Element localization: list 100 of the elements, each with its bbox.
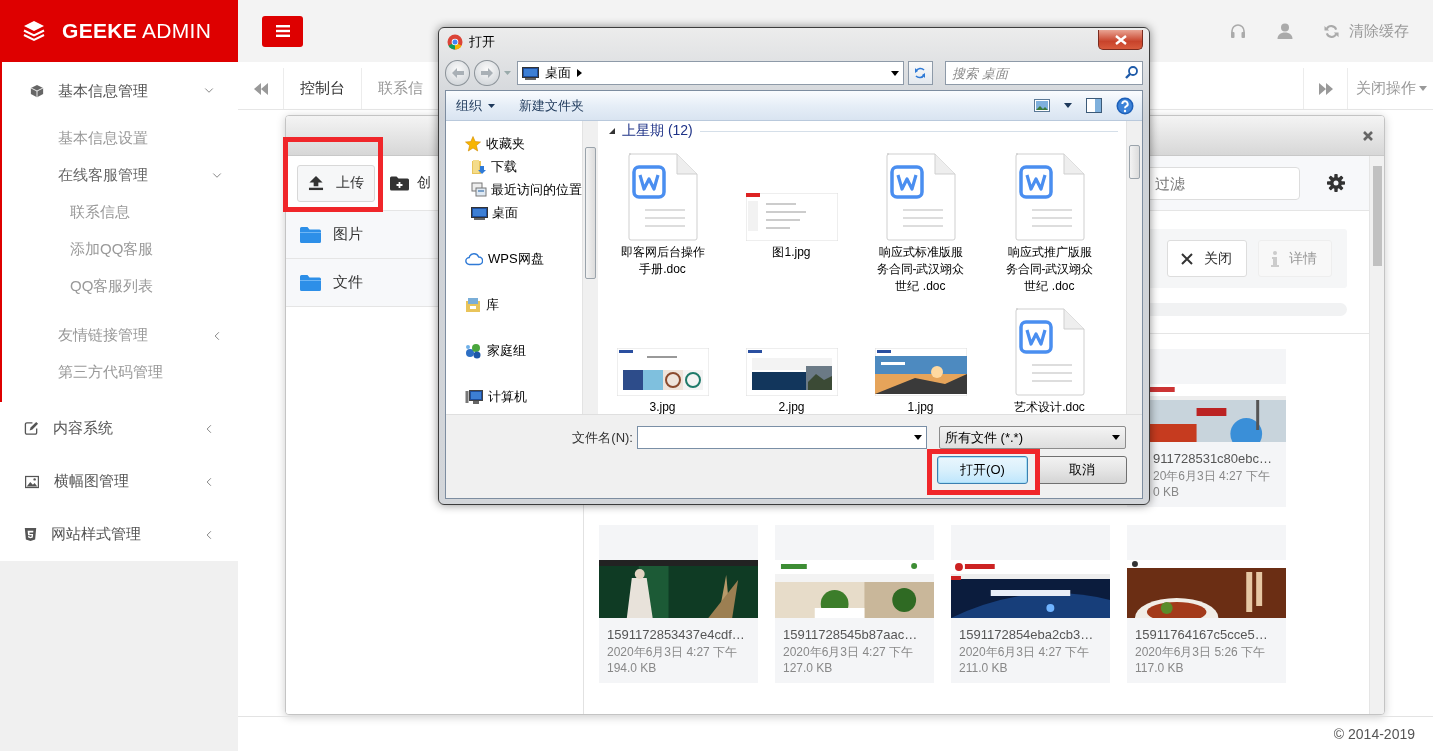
- file-name[interactable]: 3.jpg: [615, 399, 710, 414]
- upload-button[interactable]: 上传: [297, 164, 375, 202]
- caret-icon: [890, 70, 899, 76]
- close-button[interactable]: 关闭: [1167, 240, 1247, 277]
- file-name[interactable]: 响应式标准版服务合同-武汉翊众世纪 .doc: [873, 244, 968, 295]
- create-folder-button[interactable]: 创: [390, 174, 431, 192]
- headset-icon[interactable]: [1230, 23, 1246, 39]
- file-card[interactable]: 15911728545b87aac… 2020年6月3日 4:27 下午 127.0 KB: [775, 525, 934, 683]
- file-size: 194.0 KB: [607, 660, 658, 676]
- computer-icon: [465, 388, 483, 405]
- address-field[interactable]: 桌面: [516, 61, 904, 85]
- arrow-left-icon: [451, 68, 464, 78]
- sidebar-item[interactable]: 在线客服管理: [2, 157, 238, 194]
- sidebar-item[interactable]: 横幅图管理: [0, 455, 238, 508]
- document-icon: [1013, 308, 1086, 396]
- network-icon: [465, 342, 482, 359]
- breadcrumb-arrow-icon: [576, 69, 582, 77]
- file-date: 20年6月3日 4:27 下午: [1153, 468, 1271, 484]
- user-icon[interactable]: [1277, 23, 1293, 39]
- sidebar-item[interactable]: 网站样式管理: [0, 508, 238, 561]
- caret-icon: [914, 435, 922, 440]
- document-icon: [884, 153, 957, 241]
- file-date: 2020年6月3日 4:27 下午: [959, 644, 1091, 660]
- help-icon[interactable]: [1116, 96, 1134, 115]
- nav-item[interactable]: 下载: [446, 155, 582, 178]
- chevron-left-icon[interactable]: [204, 476, 214, 487]
- file-name[interactable]: 图1.jpg: [744, 244, 839, 261]
- file-card[interactable]: 15911764167c5cce5… 2020年6月3日 5:26 下午 117.0 KB: [1127, 525, 1286, 683]
- filename-field[interactable]: [637, 426, 927, 449]
- close-icon: [1362, 129, 1374, 142]
- upload-icon: [308, 175, 324, 191]
- chevron-left-icon[interactable]: [204, 529, 214, 540]
- file-name[interactable]: 1.jpg: [873, 399, 968, 414]
- sidebar-item[interactable]: 基本信息管理: [2, 62, 238, 120]
- chevron-down-icon[interactable]: [204, 86, 214, 96]
- forward-button[interactable]: [474, 60, 500, 86]
- close-icon: [1114, 34, 1127, 45]
- view-icon[interactable]: [1034, 99, 1050, 112]
- nav-item[interactable]: 收藏夹: [446, 132, 582, 155]
- menu-button[interactable]: [262, 15, 303, 47]
- search-icon: [1125, 66, 1138, 79]
- file-name[interactable]: 响应式推广版服务合同-武汉翊众世纪 .doc: [1002, 244, 1097, 295]
- search-field[interactable]: 搜索 桌面: [945, 61, 1143, 85]
- caret-icon: [1064, 103, 1072, 108]
- recent-places-icon: [471, 181, 487, 198]
- monitor-icon: [521, 66, 539, 80]
- menu-icon: [275, 25, 290, 37]
- file-date: 2020年6月3日 5:26 下午: [1135, 644, 1267, 660]
- refresh-button[interactable]: [907, 61, 933, 85]
- nav-item[interactable]: 计算机: [446, 385, 582, 408]
- refresh-icon[interactable]: [1324, 23, 1339, 39]
- html5-icon: [24, 527, 37, 542]
- brand-title: GEEKE ADMIN: [62, 19, 212, 43]
- nav-item[interactable]: 家庭组: [446, 339, 582, 362]
- preview-pane-icon[interactable]: [1086, 98, 1102, 113]
- file-card[interactable]: 1591172853437e4cdf… 2020年6月3日 4:27 下午 194.0 KB: [599, 525, 758, 683]
- file-card[interactable]: 1591172854eba2cb3… 2020年6月3日 4:27 下午 211.0 KB: [951, 525, 1110, 683]
- document-icon: [1013, 153, 1086, 241]
- file-name: 15911764167c5cce5…: [1135, 626, 1269, 644]
- file-date: 2020年6月3日 4:27 下午: [783, 644, 915, 660]
- back-button[interactable]: [445, 60, 471, 86]
- app-icon: [447, 34, 463, 50]
- cloud-icon: [465, 251, 483, 266]
- scrollbar[interactable]: [1369, 156, 1384, 714]
- folder-plus-icon: [390, 175, 409, 191]
- nav-item[interactable]: 最近访问的位置: [446, 178, 582, 201]
- scrollbar[interactable]: [582, 121, 598, 414]
- file-size: 117.0 KB: [1135, 660, 1185, 676]
- sidebar-item[interactable]: 内容系统: [0, 402, 238, 455]
- close-button[interactable]: [1098, 30, 1143, 50]
- image-icon: [24, 474, 40, 489]
- collapse-triangle-icon: [609, 128, 615, 134]
- file-type-dropdown[interactable]: 所有文件 (*.*): [939, 426, 1126, 449]
- file-name[interactable]: 2.jpg: [744, 399, 839, 414]
- chevron-down-icon[interactable]: [212, 170, 222, 181]
- chevron-left-icon[interactable]: [212, 330, 222, 341]
- document-icon: [626, 153, 699, 241]
- toolbar-command[interactable]: 组织: [456, 96, 495, 115]
- file-name[interactable]: 即客网后台操作手册.doc: [615, 244, 710, 278]
- caret-icon: [1419, 86, 1427, 91]
- library-icon: [465, 296, 481, 313]
- open-button[interactable]: 打开(O): [937, 456, 1028, 484]
- close-button[interactable]: [1362, 129, 1374, 142]
- caret-icon: [1112, 435, 1120, 440]
- filename-label: 文件名(N):: [571, 428, 634, 447]
- folder-icon: [300, 226, 321, 243]
- layers-icon: [22, 19, 46, 43]
- settings-icon[interactable]: [1327, 174, 1345, 192]
- toolbar-command[interactable]: 新建文件夹: [519, 96, 584, 115]
- folder-icon: [300, 274, 321, 291]
- file-size: 0 KB: [1153, 484, 1180, 500]
- file-name: 911728531c80ebc…: [1153, 450, 1274, 468]
- scrollbar[interactable]: [1126, 121, 1142, 414]
- star-icon: [465, 135, 481, 152]
- group-header[interactable]: 上星期 (12): [622, 122, 693, 140]
- caret-icon: [503, 71, 511, 75]
- file-size: 211.0 KB: [959, 660, 1009, 676]
- download-folder-icon: [471, 158, 487, 175]
- chevron-left-icon[interactable]: [204, 423, 214, 434]
- file-name[interactable]: 艺术设计.doc: [1002, 399, 1097, 414]
